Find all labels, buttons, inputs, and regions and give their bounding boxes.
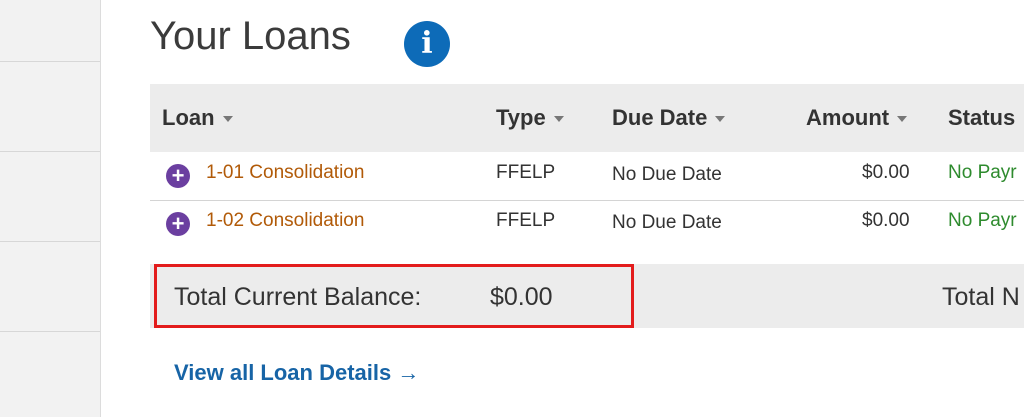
expand-plus-icon[interactable]: + (166, 212, 190, 236)
sort-caret-icon (553, 116, 564, 123)
sort-caret-icon (222, 116, 233, 123)
loan-status: No Payr (948, 210, 1017, 231)
loan-status: No Payr (948, 162, 1017, 183)
loan-amount: $0.00 (862, 210, 910, 231)
info-icon[interactable]: i (404, 21, 450, 67)
sidebar (0, 0, 101, 417)
table-row: + 1-02 Consolidation FFELP No Due Date $… (150, 200, 1024, 248)
column-header-status[interactable]: Status (948, 105, 1015, 131)
loan-due-date: No Due Date (612, 212, 722, 233)
expand-plus-icon[interactable]: + (166, 164, 190, 188)
loan-link[interactable]: 1-02 Consolidation (206, 210, 364, 232)
loan-due-date: No Due Date (612, 164, 722, 185)
total-current-balance-label: Total Current Balance: (174, 283, 422, 311)
loan-type: FFELP (496, 162, 556, 183)
total-right-label: Total N (942, 283, 1020, 311)
main-content: Your Loans i Loan Type Due Date Amount S… (150, 0, 1024, 417)
sidebar-divider (0, 61, 100, 62)
table-header: Loan Type Due Date Amount Status (150, 84, 1024, 152)
sort-caret-icon (897, 116, 908, 123)
sort-caret-icon (715, 116, 726, 123)
column-header-loan[interactable]: Loan (162, 105, 233, 131)
sidebar-divider (0, 331, 100, 332)
view-all-loan-details-link[interactable]: View all Loan Details → (174, 360, 419, 386)
column-header-amount[interactable]: Amount (806, 105, 908, 131)
page-title: Your Loans (150, 14, 351, 58)
table-row: + 1-01 Consolidation FFELP No Due Date $… (150, 152, 1024, 201)
sidebar-divider (0, 241, 100, 242)
loan-type: FFELP (496, 210, 556, 231)
loan-amount: $0.00 (862, 162, 910, 183)
loan-link[interactable]: 1-01 Consolidation (206, 162, 364, 184)
column-header-due-date[interactable]: Due Date (612, 105, 726, 131)
sidebar-divider (0, 151, 100, 152)
totals-bar: Total Current Balance: $0.00 Total N (150, 264, 1024, 328)
arrow-right-icon: → (397, 360, 420, 385)
total-current-balance-value: $0.00 (490, 283, 553, 311)
column-header-type[interactable]: Type (496, 105, 564, 131)
